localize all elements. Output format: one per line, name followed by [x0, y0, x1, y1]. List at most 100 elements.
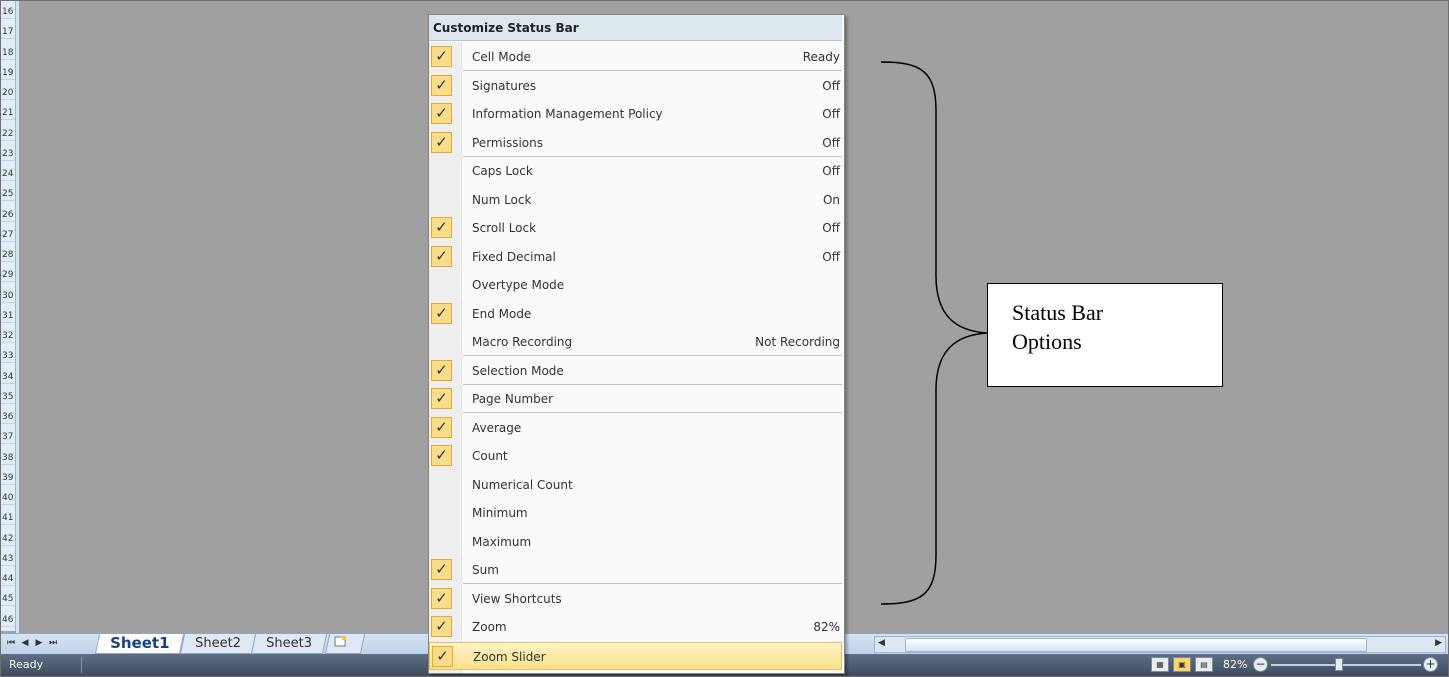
- row-header[interactable]: 40: [1, 491, 15, 505]
- row-header[interactable]: 44: [1, 572, 15, 586]
- menu-item-minimum[interactable]: Minimum: [429, 499, 842, 527]
- row-header[interactable]: 35: [1, 390, 15, 404]
- row-header[interactable]: 41: [1, 511, 15, 526]
- menu-item-label: End Mode: [472, 306, 532, 321]
- menu-item-end-mode[interactable]: ✓ End Mode: [429, 300, 842, 328]
- horizontal-scrollbar[interactable]: ◀ ▶: [874, 636, 1446, 653]
- row-headers: 16 17 18 19 20 21 22 23 24 25 26 27 28 29 30 31 32 33 34 35…: [1, 1, 16, 631]
- check-icon: ✓: [431, 217, 452, 238]
- scroll-thumb[interactable]: [905, 638, 1367, 652]
- menu-item-zoom-slider[interactable]: ✓ Zoom Slider: [429, 641, 842, 670]
- menu-item-page-number[interactable]: ✓ Page Number: [429, 385, 842, 413]
- menu-item-value: Off: [822, 78, 840, 93]
- row-header[interactable]: 22: [1, 127, 15, 141]
- row-header[interactable]: 24: [1, 167, 15, 181]
- menu-item-num-lock[interactable]: Num Lock On: [429, 186, 842, 214]
- row-header[interactable]: 26: [1, 208, 15, 222]
- menu-item-permissions[interactable]: ✓ Permissions Off: [429, 129, 842, 157]
- normal-view-icon[interactable]: ▦: [1151, 657, 1169, 672]
- menu-item-label: Average: [472, 420, 522, 435]
- menu-item-sum[interactable]: ✓ Sum: [429, 556, 842, 584]
- row-header[interactable]: 16: [1, 5, 15, 19]
- menu-item-numerical-count[interactable]: Numerical Count: [429, 471, 842, 499]
- zoom-in-icon[interactable]: +: [1423, 657, 1438, 672]
- menu-title: Customize Status Bar: [429, 15, 842, 41]
- row-header[interactable]: 21: [1, 106, 15, 121]
- menu-item-label: View Shortcuts: [472, 591, 562, 606]
- last-sheet-button[interactable]: ⏭: [47, 637, 59, 650]
- row-header[interactable]: 30: [1, 289, 15, 303]
- menu-item-label: Numerical Count: [472, 477, 573, 492]
- next-sheet-button[interactable]: ▶: [33, 637, 45, 650]
- annotation-callout: Status Bar Options: [987, 283, 1223, 387]
- scroll-right-icon[interactable]: ▶: [1435, 638, 1442, 648]
- menu-item-value: Off: [822, 249, 840, 264]
- prev-sheet-button[interactable]: ◀: [19, 637, 31, 650]
- menu-item-cell-mode[interactable]: ✓ Cell Mode Ready: [429, 43, 842, 71]
- menu-item-fixed-decimal[interactable]: ✓ Fixed Decimal Off: [429, 243, 842, 271]
- sheet-tab-sheet2[interactable]: Sheet2: [179, 634, 256, 654]
- menu-item-label: Fixed Decimal: [472, 249, 556, 264]
- check-icon: ✓: [431, 587, 452, 609]
- row-header[interactable]: 36: [1, 410, 15, 424]
- annotation-line-1: Status Bar: [1012, 300, 1104, 325]
- zoom-out-icon[interactable]: −: [1253, 657, 1268, 672]
- menu-item-label: Minimum: [472, 506, 528, 520]
- menu-item-value: Off: [822, 135, 840, 150]
- check-icon: ✓: [431, 359, 452, 381]
- first-sheet-button[interactable]: ⏮: [5, 637, 17, 650]
- row-header[interactable]: 43: [1, 552, 15, 566]
- row-header[interactable]: 37: [1, 430, 15, 445]
- row-header[interactable]: 31: [1, 309, 15, 323]
- page-break-preview-icon[interactable]: ▤: [1195, 657, 1213, 672]
- row-header[interactable]: 28: [1, 248, 15, 262]
- sheet-tab-sheet1[interactable]: Sheet1: [94, 634, 185, 654]
- row-header[interactable]: 33: [1, 349, 15, 364]
- row-header[interactable]: 38: [1, 451, 15, 465]
- insert-sheet-button[interactable]: [324, 634, 366, 654]
- menu-item-signatures[interactable]: ✓ Signatures Off: [429, 72, 842, 100]
- sheet-tab-sheet3[interactable]: Sheet3: [250, 634, 327, 654]
- check-icon: ✓: [431, 445, 452, 466]
- menu-item-scroll-lock[interactable]: ✓ Scroll Lock Off: [429, 214, 842, 242]
- row-header[interactable]: 42: [1, 532, 15, 546]
- row-header[interactable]: 39: [1, 471, 15, 485]
- page-layout-view-icon[interactable]: ▣: [1173, 657, 1191, 672]
- row-header[interactable]: 20: [1, 86, 15, 100]
- row-header[interactable]: 27: [1, 228, 15, 242]
- menu-item-average[interactable]: ✓ Average: [429, 414, 842, 442]
- row-header[interactable]: 46: [1, 613, 15, 627]
- row-header[interactable]: 34: [1, 370, 15, 384]
- scroll-left-icon[interactable]: ◀: [878, 638, 885, 648]
- menu-item-selection-mode[interactable]: ✓ Selection Mode: [429, 357, 842, 385]
- menu-item-view-shortcuts[interactable]: ✓ View Shortcuts: [429, 585, 842, 613]
- check-icon: ✓: [431, 302, 452, 324]
- check-icon: ✓: [431, 103, 452, 124]
- row-header[interactable]: 45: [1, 592, 15, 607]
- row-header[interactable]: 19: [1, 66, 15, 80]
- excel-window: 16 17 18 19 20 21 22 23 24 25 26 27 28 29 30 31 32 33 34 35…: [0, 0, 1449, 677]
- row-header[interactable]: 29: [1, 268, 15, 283]
- menu-item-macro-recording[interactable]: Macro Recording Not Recording: [429, 328, 842, 356]
- menu-item-label: Count: [472, 449, 508, 463]
- menu-item-information-management-policy[interactable]: ✓ Information Management Policy Off: [429, 100, 842, 128]
- menu-item-caps-lock[interactable]: Caps Lock Off: [429, 157, 842, 185]
- row-header[interactable]: 23: [1, 147, 15, 161]
- zoom-slider-track[interactable]: [1271, 664, 1421, 666]
- menu-item-value: Off: [822, 107, 840, 121]
- zoom-slider-thumb[interactable]: [1335, 658, 1343, 671]
- check-icon: ✓: [431, 616, 452, 637]
- annotation-brace: [881, 61, 988, 605]
- zoom-percent[interactable]: 82%: [1223, 658, 1247, 671]
- menu-item-maximum[interactable]: Maximum: [429, 528, 842, 556]
- menu-item-count[interactable]: ✓ Count: [429, 442, 842, 470]
- row-header[interactable]: 18: [1, 46, 15, 60]
- check-icon: ✓: [431, 46, 452, 67]
- row-header[interactable]: 25: [1, 187, 15, 202]
- menu-item-label: Cell Mode: [472, 50, 531, 64]
- row-header[interactable]: 17: [1, 25, 15, 40]
- menu-item-label: Selection Mode: [472, 363, 564, 378]
- menu-item-overtype-mode[interactable]: Overtype Mode: [429, 271, 842, 299]
- row-header[interactable]: 32: [1, 329, 15, 343]
- menu-item-zoom[interactable]: ✓ Zoom 82%: [429, 613, 842, 641]
